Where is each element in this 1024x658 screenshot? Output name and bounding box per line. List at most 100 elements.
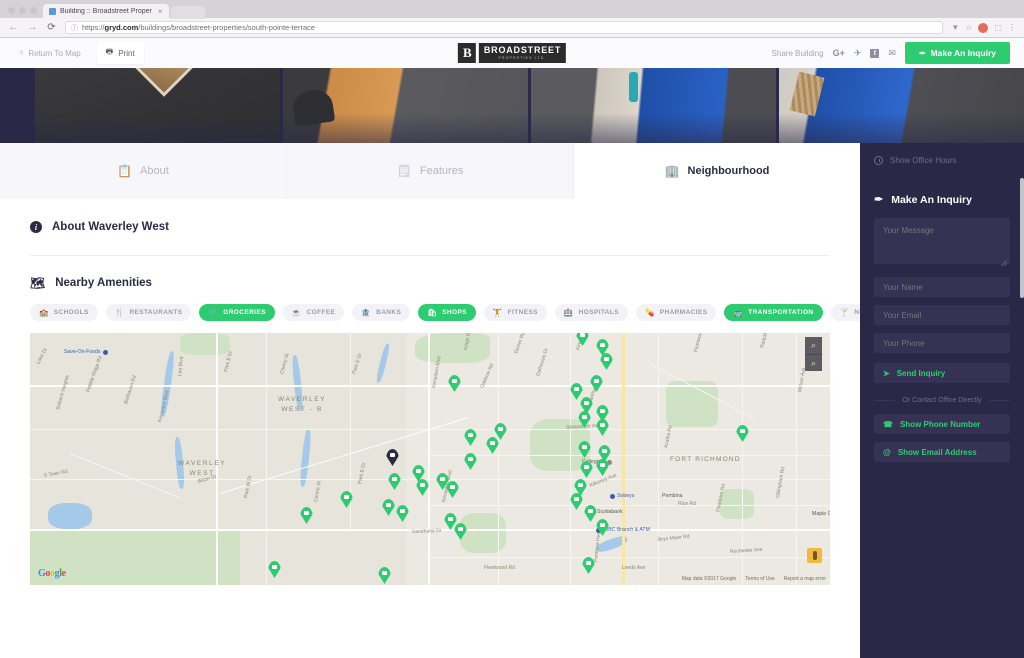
map-pin[interactable]: [396, 505, 409, 522]
chip-pharmacies[interactable]: 💊 PHARMACIES: [636, 304, 717, 321]
map-park-2: [180, 333, 230, 355]
chip-hospitals[interactable]: 🏥 HOSPITALS: [554, 304, 628, 321]
map-pin[interactable]: [580, 461, 593, 478]
zoom-out-button[interactable]: ⌕: [805, 354, 822, 371]
show-email-address-label: Show Email Address: [897, 447, 977, 457]
print-button[interactable]: 🖶 Print: [96, 42, 144, 64]
facebook-icon[interactable]: f: [870, 48, 880, 58]
hero-overlay: [0, 68, 1024, 143]
broadstreet-logo[interactable]: B BROADSTREET PROPERTIES LTD.: [457, 43, 567, 63]
map-pin[interactable]: [388, 473, 401, 490]
map-pin[interactable]: [378, 567, 391, 584]
map-pin[interactable]: [416, 479, 429, 496]
map-road-v9: [796, 333, 798, 585]
chip-restaurants[interactable]: 🍴 RESTAURANTS: [105, 304, 192, 321]
chip-groceries[interactable]: 🛒 GROCERIES: [199, 304, 275, 321]
tab-title: Building :: Broadstreet Proper: [60, 8, 152, 15]
window-controls[interactable]: [6, 7, 43, 18]
page-scrollbar[interactable]: [1020, 38, 1024, 658]
map-area-label-waverley-west: WAVERLEY WEST: [178, 460, 227, 477]
chip-fitness[interactable]: 🏋 FITNESS: [483, 304, 547, 321]
bookmark-star-icon[interactable]: ☆: [965, 23, 972, 32]
map-poi-save-on-foods[interactable]: Save-On-Foods: [64, 349, 108, 355]
map-pin-building[interactable]: [386, 449, 399, 466]
map-pin[interactable]: [454, 523, 467, 540]
map-pin[interactable]: [582, 557, 595, 574]
terms-of-use-link[interactable]: Terms of Use: [745, 576, 774, 582]
map-pin[interactable]: [596, 459, 609, 476]
browser-tab[interactable]: Building :: Broadstreet Proper ×: [43, 4, 169, 19]
show-phone-number-button[interactable]: ☎ Show Phone Number: [874, 414, 1010, 434]
contact-divider: Or Contact Office Directly: [874, 397, 1011, 404]
profile-avatar[interactable]: [978, 22, 989, 33]
return-to-map-button[interactable]: ‹ Return To Map: [14, 44, 87, 62]
extension-icon[interactable]: ⬚: [994, 23, 1002, 32]
map-pin[interactable]: [268, 561, 281, 578]
twitter-icon[interactable]: ✈: [854, 48, 862, 58]
back-icon[interactable]: ←: [8, 22, 19, 33]
map-pin[interactable]: [576, 333, 589, 346]
chip-coffee[interactable]: ☕ COFFEE: [282, 304, 345, 321]
new-tab-button[interactable]: [170, 6, 205, 19]
map-road-v7: [658, 333, 660, 585]
map-pin[interactable]: [464, 453, 477, 470]
resize-handle-icon[interactable]: [1001, 260, 1007, 266]
filter-icon[interactable]: ▼: [951, 23, 959, 32]
close-window-button[interactable]: [8, 7, 15, 14]
street-view-pegman[interactable]: [807, 548, 822, 563]
make-an-inquiry-button[interactable]: ✒ Make An Inquiry: [904, 42, 1010, 64]
map-pin[interactable]: [446, 481, 459, 498]
maximize-window-button[interactable]: [30, 7, 37, 14]
report-map-error-link[interactable]: Report a map error: [784, 576, 826, 582]
show-email-address-button[interactable]: @ Show Email Address: [874, 442, 1010, 462]
close-tab-icon[interactable]: ×: [158, 7, 163, 16]
chip-schools[interactable]: 🏫 SCHOOLS: [30, 304, 98, 321]
site-info-icon[interactable]: ⓘ: [71, 23, 78, 33]
map-data-credit: Map data ©2017 Google: [681, 576, 737, 582]
chip-banks[interactable]: 🏦 BANKS: [352, 304, 411, 321]
map-pin[interactable]: [300, 507, 313, 524]
map-pin[interactable]: [464, 429, 477, 446]
map-pin[interactable]: [494, 423, 507, 440]
phone-input[interactable]: [874, 333, 1010, 353]
chip-shops[interactable]: 🛍 SHOPS: [418, 304, 476, 321]
map-pin[interactable]: [448, 375, 461, 392]
map-pin[interactable]: [578, 441, 591, 458]
map-pin[interactable]: [596, 519, 609, 536]
chip-transportation[interactable]: 🚌 TRANSPORTATION: [724, 304, 823, 321]
chip-schools-label: SCHOOLS: [53, 309, 89, 316]
send-inquiry-button[interactable]: ➤ Send Inquiry: [874, 363, 1010, 383]
email-share-icon[interactable]: ✉: [888, 48, 896, 58]
google-plus-icon[interactable]: G+: [833, 48, 845, 58]
map-poi-sobeys[interactable]: Sobeys: [610, 493, 634, 499]
tab-features[interactable]: 🗒 Features: [286, 143, 573, 199]
map-pin[interactable]: [590, 375, 603, 392]
scrollbar-thumb[interactable]: [1020, 178, 1024, 298]
map-pin[interactable]: [382, 499, 395, 516]
map-pin[interactable]: [578, 411, 591, 428]
message-input[interactable]: [874, 218, 1010, 264]
email-input[interactable]: [874, 305, 1010, 325]
minimize-window-button[interactable]: [19, 7, 26, 14]
map-road-v5: [498, 333, 500, 585]
map-pin[interactable]: [600, 353, 613, 370]
reload-icon[interactable]: ⟳: [46, 22, 57, 33]
map-street-label: Leeds Ave: [622, 565, 646, 571]
map-pin[interactable]: [570, 493, 583, 510]
forward-icon[interactable]: →: [27, 22, 38, 33]
tab-neighbourhood[interactable]: 🏢 Neighbourhood: [573, 143, 860, 199]
map-pin[interactable]: [340, 491, 353, 508]
browser-menu-icon[interactable]: ⋮: [1008, 23, 1016, 32]
tab-about[interactable]: 📋 About: [0, 143, 286, 199]
show-office-hours-button[interactable]: Show Office Hours: [874, 143, 1010, 179]
map-pin[interactable]: [596, 419, 609, 436]
address-bar[interactable]: ⓘ https://gryd.com/buildings/broadstreet…: [65, 21, 944, 34]
divider-line-left: [874, 400, 896, 401]
zoom-in-button[interactable]: ⌕: [805, 337, 822, 354]
amenities-map[interactable]: Lake Dr Pebble Ridge Rd Bellhaven Rd Sal…: [30, 333, 830, 585]
map-pin[interactable]: [736, 425, 749, 442]
about-heading: i About Waverley West: [30, 221, 830, 233]
poi-label: Scotiabank: [597, 509, 623, 515]
name-input[interactable]: [874, 277, 1010, 297]
map-road-h1: [30, 385, 830, 387]
